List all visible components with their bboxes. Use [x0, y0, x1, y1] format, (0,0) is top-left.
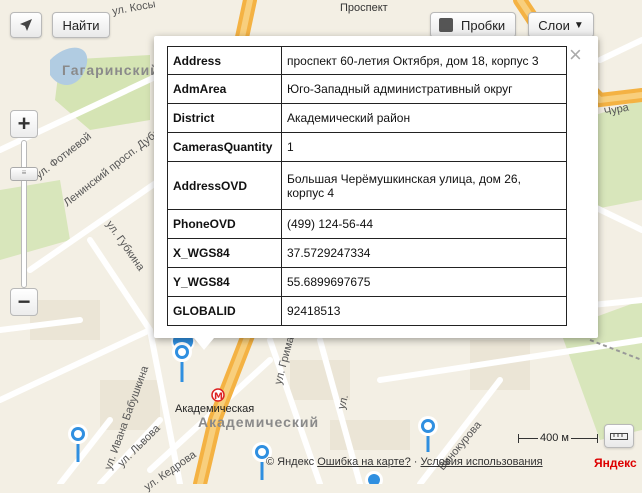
minus-icon: − — [17, 289, 31, 314]
geolocation-button[interactable] — [10, 12, 42, 38]
info-key: Y_WGS84 — [167, 267, 282, 297]
info-value: Академический район — [281, 103, 567, 133]
info-row-camerasquantity: CamerasQuantity 1 — [167, 132, 567, 162]
balloon-tail — [194, 338, 214, 350]
info-row-globalid: GLOBALID 92418513 — [167, 296, 567, 326]
scale-label: 400 м — [538, 432, 571, 444]
chevron-down-icon: ▼ — [573, 19, 584, 31]
info-key: X_WGS84 — [167, 238, 282, 268]
scale-bar: 400 м — [518, 432, 598, 446]
zoom-slider-track[interactable] — [21, 140, 27, 288]
copyright-text: © Яндекс — [266, 456, 315, 468]
svg-text:M: M — [214, 392, 223, 402]
info-key: PhoneOVD — [167, 209, 282, 239]
close-icon[interactable]: × — [569, 44, 582, 66]
map-label-gagarinsky: Гагаринский — [62, 62, 160, 78]
zoom-slider-handle[interactable]: ≡ — [10, 167, 38, 181]
info-row-y_wgs84: Y_WGS84 55.6899697675 — [167, 267, 567, 297]
yandex-logo[interactable]: Яндекс — [594, 456, 637, 470]
info-key: Address — [167, 46, 282, 75]
zoom-out-button[interactable]: − — [10, 288, 38, 316]
info-value: 55.6899697675 — [281, 267, 567, 297]
footer-separator: · — [413, 456, 418, 468]
info-value: Большая Черёмушкинская улица, дом 26, ко… — [281, 161, 567, 210]
info-key: AddressOVD — [167, 161, 282, 210]
info-value: проспект 60-летия Октября, дом 18, корпу… — [281, 46, 567, 75]
location-arrow-icon — [20, 19, 32, 31]
terms-link[interactable]: Условия использования — [421, 456, 543, 468]
info-row-address: Address проспект 60-летия Октября, дом 18… — [167, 46, 567, 75]
map-label-prospekt: Проспект — [340, 2, 388, 14]
traffic-icon — [439, 18, 453, 32]
traffic-button[interactable]: Пробки — [430, 12, 516, 38]
map-footer: © Яндекс Ошибка на карте? · Условия испо… — [266, 456, 543, 468]
info-value: 37.5729247334 — [281, 238, 567, 268]
traffic-label: Пробки — [461, 17, 506, 33]
info-row-x_wgs84: X_WGS84 37.5729247334 — [167, 238, 567, 268]
info-value: (499) 124-56-44 — [281, 209, 567, 239]
info-row-admarea: AdmArea Юго-Западный административный окр… — [167, 74, 567, 104]
info-table: Address проспект 60-летия Октября, дом 18… — [167, 46, 567, 326]
ruler-icon — [610, 433, 628, 440]
layers-button[interactable]: Слои ▼ — [528, 12, 594, 38]
plus-icon: + — [17, 111, 31, 136]
info-row-district: District Академический район — [167, 103, 567, 133]
ruler-button[interactable] — [604, 424, 634, 448]
district-label: Академический — [198, 414, 320, 430]
find-button[interactable]: Найти — [52, 12, 110, 38]
info-row-addressovd: AddressOVD Большая Черёмушкинская улица, … — [167, 161, 567, 210]
zoom-in-button[interactable]: + — [10, 110, 38, 138]
info-value: Юго-Западный административный округ — [281, 74, 567, 104]
info-value: 92418513 — [281, 296, 567, 326]
info-key: AdmArea — [167, 74, 282, 104]
map-error-link[interactable]: Ошибка на карте? — [317, 456, 411, 468]
info-key: CamerasQuantity — [167, 132, 282, 162]
info-key: GLOBALID — [167, 296, 282, 326]
layers-label: Слои — [538, 17, 570, 33]
info-key: District — [167, 103, 282, 133]
info-row-phoneovd: PhoneOVD (499) 124-56-44 — [167, 209, 567, 239]
info-value: 1 — [281, 132, 567, 162]
